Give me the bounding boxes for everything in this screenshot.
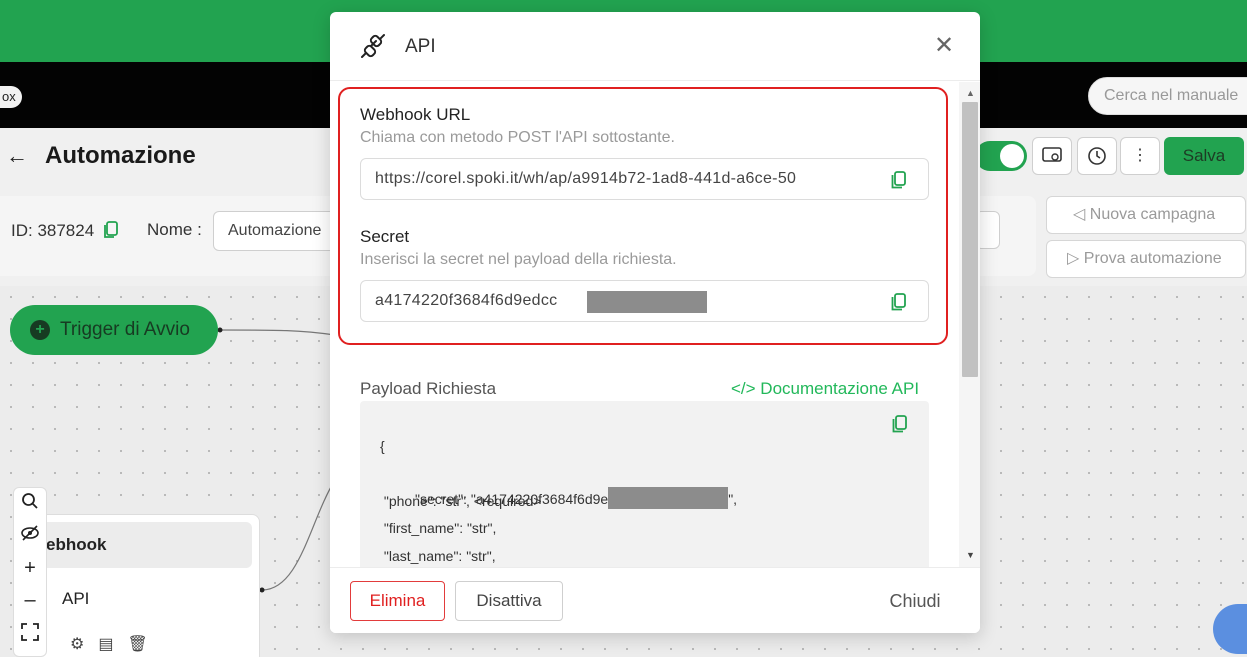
payload-code-block: { "secret": "a4174220f3684f6d9e ", "phone… — [360, 401, 929, 567]
delete-button[interactable]: Elimina — [350, 581, 445, 621]
secret-label: Secret — [360, 227, 410, 246]
close-button[interactable]: Chiudi — [875, 581, 955, 621]
modal-header: API ✕ — [330, 12, 980, 81]
plug-icon — [361, 34, 385, 58]
modal-footer: Elimina Disattiva Chiudi — [330, 567, 980, 633]
modal-body[interactable]: Webhook URL Chiama con metodo POST l'API… — [330, 82, 980, 567]
secret-help: Inserisci la secret nel payload della ri… — [360, 251, 677, 268]
redaction-block — [608, 487, 729, 509]
webhook-url-value: https://corel.spoki.it/wh/ap/a9914b72-1a… — [375, 170, 797, 187]
modal-title: API — [405, 36, 436, 57]
copy-icon[interactable] — [891, 171, 907, 189]
webhook-url-label: Webhook URL — [360, 105, 471, 124]
redaction-block — [587, 291, 707, 313]
code-secret-suffix: ", — [728, 491, 738, 507]
scrollbar-thumb[interactable] — [962, 102, 978, 377]
scroll-up-arrow-icon[interactable]: ▲ — [966, 88, 975, 98]
code-line: "first_name": "str", — [380, 520, 497, 536]
secret-value: a4174220f3684f6d9edcc — [375, 292, 558, 309]
copy-icon[interactable] — [891, 293, 907, 311]
webhook-url-help: Chiama con metodo POST l'API sottostante… — [360, 129, 675, 146]
api-docs-link[interactable]: </> Documentazione API — [731, 379, 919, 399]
webhook-url-field[interactable]: https://corel.spoki.it/wh/ap/a9914b72-1a… — [360, 158, 929, 200]
secret-field[interactable]: a4174220f3684f6d9edcc — [360, 280, 929, 322]
scroll-down-arrow-icon[interactable]: ▼ — [966, 550, 975, 560]
code-line: "last_name": "str", — [380, 548, 496, 564]
copy-icon[interactable] — [892, 415, 908, 433]
code-line: "phone": "str", <required> — [380, 493, 542, 509]
code-line: { — [380, 438, 385, 454]
api-modal: API ✕ Webhook URL Chiama con metodo POST… — [330, 12, 980, 633]
disable-button[interactable]: Disattiva — [455, 581, 563, 621]
payload-label: Payload Richiesta — [360, 379, 497, 398]
close-icon[interactable]: ✕ — [934, 34, 954, 58]
